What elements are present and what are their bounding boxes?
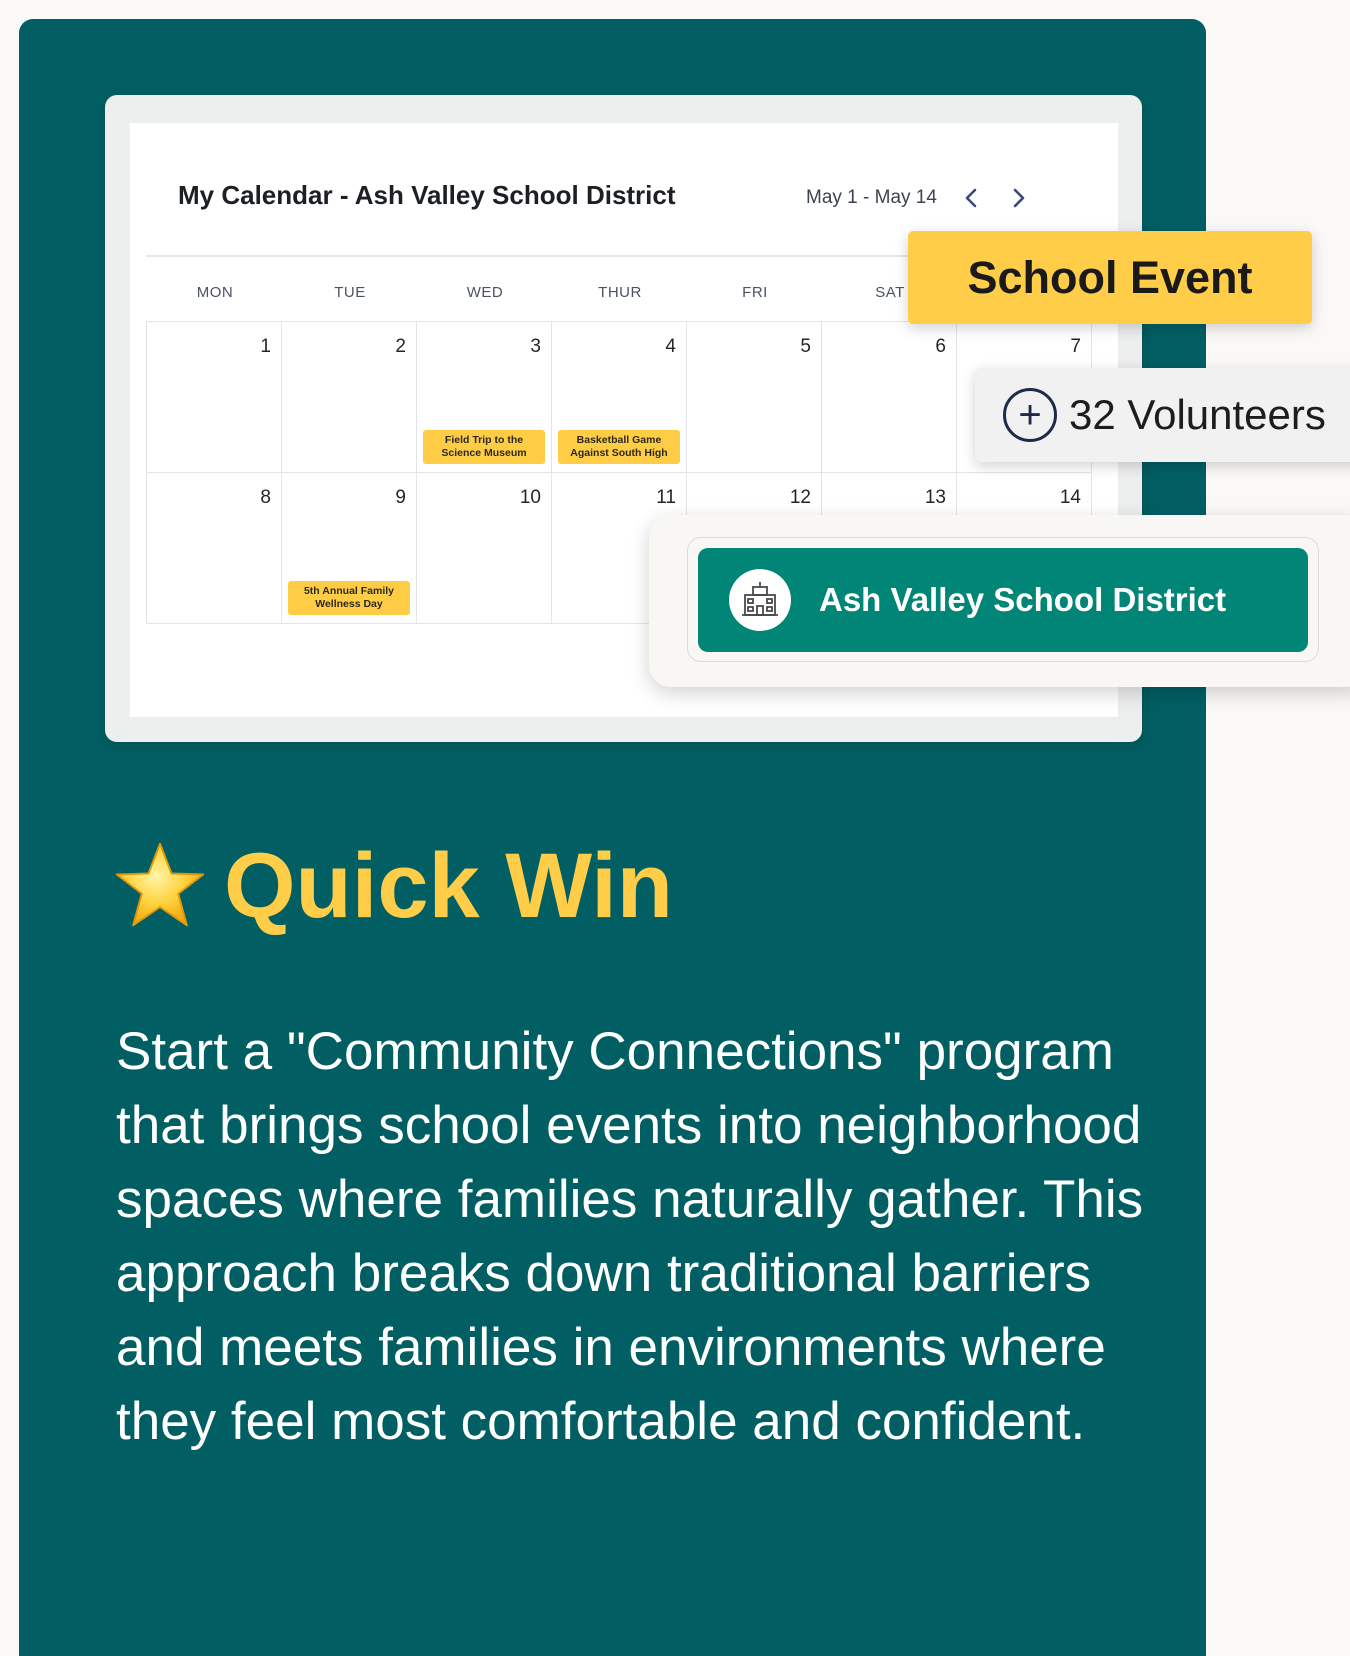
day-cell[interactable]: 8	[146, 472, 282, 624]
quick-win-heading: Quick Win	[112, 838, 673, 934]
weekday-thur: THUR	[598, 284, 642, 301]
day-cell[interactable]: 10	[416, 472, 552, 624]
quick-win-description: Start a "Community Connections" program …	[116, 1022, 1144, 1451]
day-number: 14	[1059, 487, 1081, 508]
day-cell[interactable]: 3 Field Trip to the Science Museum	[416, 321, 552, 473]
day-number: 3	[530, 336, 541, 357]
day-number: 11	[656, 487, 676, 508]
day-cell[interactable]: 2	[281, 321, 417, 473]
star-icon	[115, 842, 205, 927]
calendar-date-range: May 1 - May 14	[806, 187, 937, 208]
day-number: 4	[665, 336, 676, 357]
district-name: Ash Valley School District	[819, 581, 1227, 618]
day-cell[interactable]: 5	[686, 321, 822, 473]
event-field-trip[interactable]: Field Trip to the Science Museum	[423, 430, 545, 464]
day-cell[interactable]: 9 5th Annual Family Wellness Day	[281, 472, 417, 624]
day-number: 12	[789, 487, 811, 508]
calendar-title: My Calendar - Ash Valley School District	[178, 180, 676, 210]
chevron-right-icon[interactable]	[1005, 184, 1033, 212]
day-number: 10	[519, 487, 541, 508]
day-number: 8	[260, 487, 271, 508]
school-event-tag: School Event	[908, 231, 1312, 324]
day-number: 9	[395, 487, 406, 508]
day-number: 5	[800, 336, 811, 357]
plus-circle-icon[interactable]: +	[1003, 388, 1057, 442]
quick-win-title: Quick Win	[224, 835, 673, 937]
day-number: 6	[935, 336, 946, 357]
day-cell[interactable]: 4 Basketball Game Against South High	[551, 321, 687, 473]
weekday-fri: FRI	[742, 284, 768, 301]
day-number: 7	[1070, 336, 1081, 357]
chevron-left-icon[interactable]	[957, 184, 985, 212]
day-number: 1	[260, 336, 271, 357]
volunteers-count: 32 Volunteers	[1069, 391, 1326, 438]
school-building-icon	[729, 569, 791, 631]
day-cell[interactable]: 1	[146, 321, 282, 473]
volunteers-tag: + 32 Volunteers	[975, 368, 1350, 462]
day-number: 2	[395, 336, 406, 357]
district-outline: Ash Valley School District	[687, 537, 1319, 662]
district-button[interactable]: Ash Valley School District	[698, 548, 1308, 652]
district-popover: Ash Valley School District	[649, 515, 1350, 687]
event-wellness-day[interactable]: 5th Annual Family Wellness Day	[288, 581, 410, 615]
weekday-wed: WED	[466, 284, 504, 301]
weekday-tue: TUE	[334, 284, 366, 301]
day-number: 13	[924, 487, 946, 508]
event-basketball-game[interactable]: Basketball Game Against South High	[558, 430, 680, 464]
day-cell[interactable]: 6	[821, 321, 957, 473]
weekday-mon: MON	[196, 284, 234, 301]
